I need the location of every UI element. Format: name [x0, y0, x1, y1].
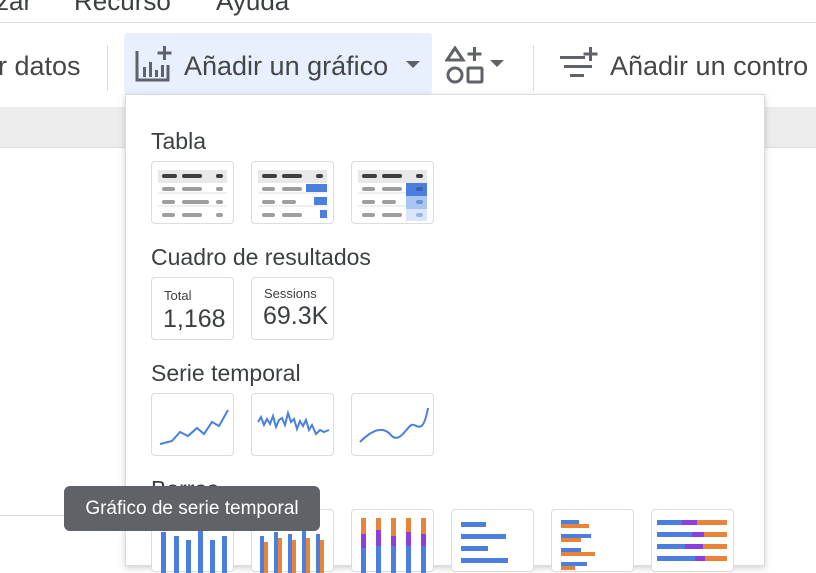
chart-option-timeseries[interactable]	[151, 393, 234, 456]
toolbar-divider	[533, 45, 534, 91]
chart-option-table-bars[interactable]	[251, 161, 334, 224]
menu-item-insertar[interactable]: zar	[0, 0, 32, 17]
chart-option-scorecard-compact[interactable]: Sessions 69.3K	[251, 277, 334, 340]
toolbar-divider	[107, 45, 108, 91]
dropdown-arrow-icon	[490, 60, 504, 67]
section-title-timeseries: Serie temporal	[151, 360, 301, 386]
chart-option-grouped-bar[interactable]	[551, 509, 634, 572]
chart-option-table[interactable]	[151, 161, 234, 224]
chart-option-stacked-column[interactable]	[351, 509, 434, 573]
menu-item-recurso[interactable]: Recurso	[74, 0, 171, 17]
add-component-icon	[445, 46, 484, 84]
chart-option-table-heatmap[interactable]	[351, 161, 434, 224]
add-data-button[interactable]: r datos	[0, 51, 81, 82]
add-component-button[interactable]	[440, 33, 512, 95]
chart-option-horizontal-bar[interactable]	[451, 509, 534, 572]
canvas-guide-line	[0, 515, 70, 516]
scorecard-value: 69.3K	[263, 302, 329, 330]
chart-tooltip: Gráfico de serie temporal	[64, 486, 320, 531]
menu-item-ayuda[interactable]: Ayuda	[216, 0, 289, 17]
chart-option-sparkline[interactable]	[251, 393, 334, 456]
chart-option-smoothed-timeseries[interactable]	[351, 393, 434, 456]
add-control-label[interactable]: Añadir un contro	[610, 51, 808, 82]
section-title-table: Tabla	[151, 128, 206, 154]
add-chart-button[interactable]: Añadir un gráfico	[124, 33, 432, 95]
scorecard-label: Total	[164, 288, 192, 303]
add-control-icon[interactable]	[560, 47, 600, 83]
add-chart-label: Añadir un gráfico	[184, 51, 389, 81]
chart-option-stacked-bar[interactable]	[651, 509, 734, 572]
add-chart-icon	[135, 46, 172, 82]
scorecard-label: Sessions	[264, 286, 317, 301]
menu-bar: zar Recurso Ayuda	[0, 0, 816, 23]
dropdown-arrow-icon	[406, 61, 420, 68]
chart-option-scorecard[interactable]: Total 1,168	[151, 277, 234, 340]
scorecard-value: 1,168	[163, 305, 226, 333]
section-title-scorecard: Cuadro de resultados	[151, 244, 371, 270]
